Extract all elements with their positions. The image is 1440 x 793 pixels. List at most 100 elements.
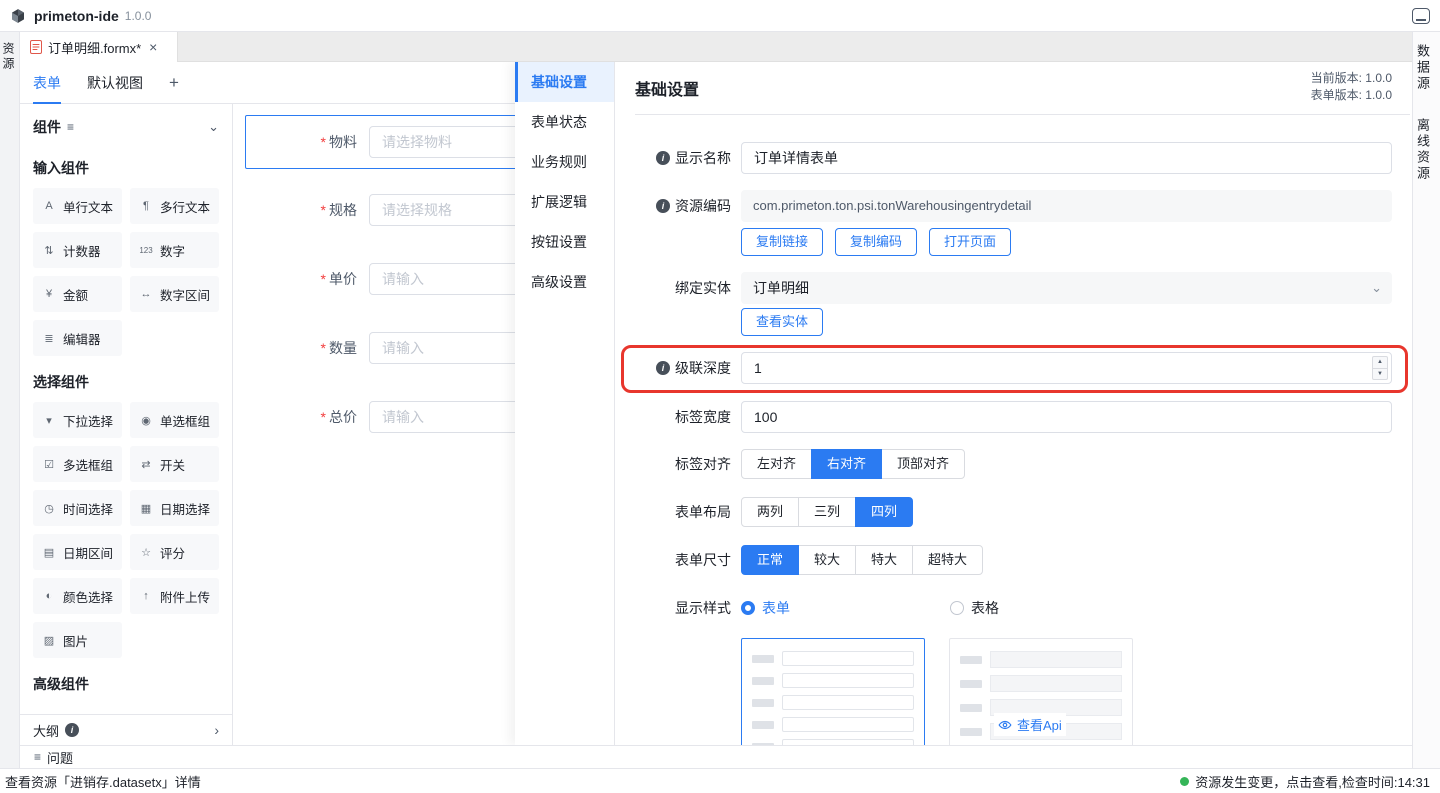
copy-code-button[interactable]: 复制编码 xyxy=(835,228,917,256)
nav-basic-settings[interactable]: 基础设置 xyxy=(515,62,614,102)
display-style-row: 显示样式 表单 表格 xyxy=(635,598,1392,618)
component-label: 评分 xyxy=(160,543,185,562)
app-version: 1.0.0 xyxy=(125,9,152,23)
display-name-input[interactable] xyxy=(741,142,1392,174)
spin-up-icon[interactable]: ▲ xyxy=(1372,356,1388,369)
cascade-depth-input[interactable] xyxy=(741,352,1392,384)
four-column-option[interactable]: 四列 xyxy=(855,497,913,527)
component-number-range[interactable]: ↔ 数字区间 xyxy=(130,276,219,312)
app-window: primeton-ide 1.0.0 资源 数据源 离线资源 订单明细.form… xyxy=(0,0,1440,793)
align-right-option[interactable]: 右对齐 xyxy=(811,449,882,479)
header-divider xyxy=(635,114,1410,115)
radio-group-icon: ◉ xyxy=(138,414,154,427)
copy-link-button[interactable]: 复制链接 xyxy=(741,228,823,256)
status-left-text[interactable]: 查看资源「进销存.datasetx」详情 xyxy=(5,772,201,791)
datasource-strip-tab[interactable]: 数据源 xyxy=(1413,44,1440,92)
style-form-radio[interactable]: 表单 xyxy=(741,598,790,618)
size-normal-option[interactable]: 正常 xyxy=(741,545,799,575)
resource-code-label: 资源编码 xyxy=(675,196,731,216)
component-counter[interactable]: ⇅ 计数器 xyxy=(33,232,122,268)
time-picker-icon: ◷ xyxy=(41,502,57,515)
components-header[interactable]: 组件 ≡ ⌄ xyxy=(33,112,219,142)
view-entity-button[interactable]: 查看实体 xyxy=(741,308,823,336)
checkbox-group-icon: ☑ xyxy=(41,458,57,471)
required-asterisk: * xyxy=(321,134,326,150)
tab-default-view[interactable]: 默认视图 xyxy=(87,62,143,104)
two-column-option[interactable]: 两列 xyxy=(741,497,799,527)
component-date-picker[interactable]: ▦ 日期选择 xyxy=(130,490,219,526)
info-icon[interactable]: i xyxy=(656,151,670,165)
offline-resources-strip-tab[interactable]: 离线资源 xyxy=(1413,118,1440,182)
component-switch[interactable]: ⇄ 开关 xyxy=(130,446,219,482)
size-xlarge-option[interactable]: 特大 xyxy=(855,545,913,575)
date-picker-icon: ▦ xyxy=(138,502,154,515)
nav-extended-logic[interactable]: 扩展逻辑 xyxy=(515,182,614,222)
status-right[interactable]: 资源发生变更，点击查看,检查时间:14:31 xyxy=(1180,772,1430,791)
spin-down-icon[interactable]: ▼ xyxy=(1372,369,1388,381)
component-date-range[interactable]: ▤ 日期区间 xyxy=(33,534,122,570)
component-image[interactable]: ▨ 图片 xyxy=(33,622,122,658)
component-radio-group[interactable]: ◉ 单选框组 xyxy=(130,402,219,438)
component-single-line-text[interactable]: A 单行文本 xyxy=(33,188,122,224)
component-money[interactable]: ¥ 金额 xyxy=(33,276,122,312)
chevron-right-icon[interactable]: › xyxy=(214,722,219,738)
chevron-down-icon[interactable]: ⌄ xyxy=(208,119,219,135)
nav-form-state[interactable]: 表单状态 xyxy=(515,102,614,142)
component-number[interactable]: 123 数字 xyxy=(130,232,219,268)
nav-business-rules[interactable]: 业务规则 xyxy=(515,142,614,182)
status-right-text: 资源发生变更，点击查看,检查时间:14:31 xyxy=(1195,772,1430,791)
label-width-input[interactable] xyxy=(741,401,1392,433)
label-width-row: 标签宽度 xyxy=(635,401,1392,433)
info-icon[interactable]: i xyxy=(656,199,670,213)
resources-strip-tab[interactable]: 资源 xyxy=(0,42,19,72)
align-top-option[interactable]: 顶部对齐 xyxy=(881,449,965,479)
tab-form[interactable]: 表单 xyxy=(33,62,61,104)
style-table-label: 表格 xyxy=(971,598,999,618)
add-view-button[interactable]: + xyxy=(169,73,179,93)
component-time-picker[interactable]: ◷ 时间选择 xyxy=(33,490,122,526)
display-name-label: 显示名称 xyxy=(675,148,731,168)
info-icon[interactable]: i xyxy=(656,361,670,375)
style-table-radio[interactable]: 表格 xyxy=(950,598,999,618)
resource-code-row: i 资源编码 com.primeton.ton.psi.tonWarehousin… xyxy=(635,190,1392,222)
size-xxlarge-option[interactable]: 超特大 xyxy=(912,545,983,575)
bind-entity-select[interactable]: 订单明细 ⌄ xyxy=(741,272,1392,304)
outline-bar[interactable]: 大纲 i › xyxy=(20,714,232,745)
number-icon: 123 xyxy=(138,246,154,255)
component-label: 编辑器 xyxy=(63,329,101,348)
nav-button-settings[interactable]: 按钮设置 xyxy=(515,222,614,262)
bind-entity-value: 订单明细 xyxy=(753,280,809,296)
date-range-icon: ▤ xyxy=(41,546,57,559)
align-left-option[interactable]: 左对齐 xyxy=(741,449,812,479)
open-page-button[interactable]: 打开页面 xyxy=(929,228,1011,256)
three-column-option[interactable]: 三列 xyxy=(798,497,856,527)
form-layout-label: 表单布局 xyxy=(675,502,731,522)
component-checkbox-group[interactable]: ☑ 多选框组 xyxy=(33,446,122,482)
field-label: 单价 xyxy=(329,269,357,289)
component-multi-line-text[interactable]: ¶ 多行文本 xyxy=(130,188,219,224)
nav-advanced-settings[interactable]: 高级设置 xyxy=(515,262,614,302)
component-rating[interactable]: ☆ 评分 xyxy=(130,534,219,570)
field-label: 物料 xyxy=(329,132,357,152)
outline-label: 大纲 xyxy=(33,721,59,740)
component-dropdown-select[interactable]: ▾ 下拉选择 xyxy=(33,402,122,438)
size-large-option[interactable]: 较大 xyxy=(798,545,856,575)
component-label: 附件上传 xyxy=(160,587,210,606)
table-style-preview-card[interactable]: 查看Api xyxy=(949,638,1133,745)
close-tab-icon[interactable]: × xyxy=(149,39,157,55)
problems-bar[interactable]: ≡ 问题 xyxy=(20,745,1412,768)
file-tab-label: 订单明细.formx* xyxy=(48,38,141,57)
file-tab[interactable]: 订单明细.formx* × xyxy=(20,32,178,62)
radio-selected-icon xyxy=(741,601,755,615)
window-layout-icon[interactable] xyxy=(1412,8,1430,24)
label-width-label: 标签宽度 xyxy=(675,407,731,427)
component-color-picker[interactable]: ◐ 颜色选择 xyxy=(33,578,122,614)
component-label: 计数器 xyxy=(63,241,101,260)
select-components-title: 选择组件 xyxy=(33,372,219,392)
form-style-preview-card[interactable] xyxy=(741,638,925,745)
required-asterisk: * xyxy=(321,340,326,356)
resource-code-value: com.primeton.ton.psi.tonWarehousingentry… xyxy=(741,190,1392,222)
component-editor[interactable]: ≣ 编辑器 xyxy=(33,320,122,356)
view-api-link[interactable]: 查看Api xyxy=(994,713,1066,736)
component-attachment-upload[interactable]: ↑ 附件上传 xyxy=(130,578,219,614)
